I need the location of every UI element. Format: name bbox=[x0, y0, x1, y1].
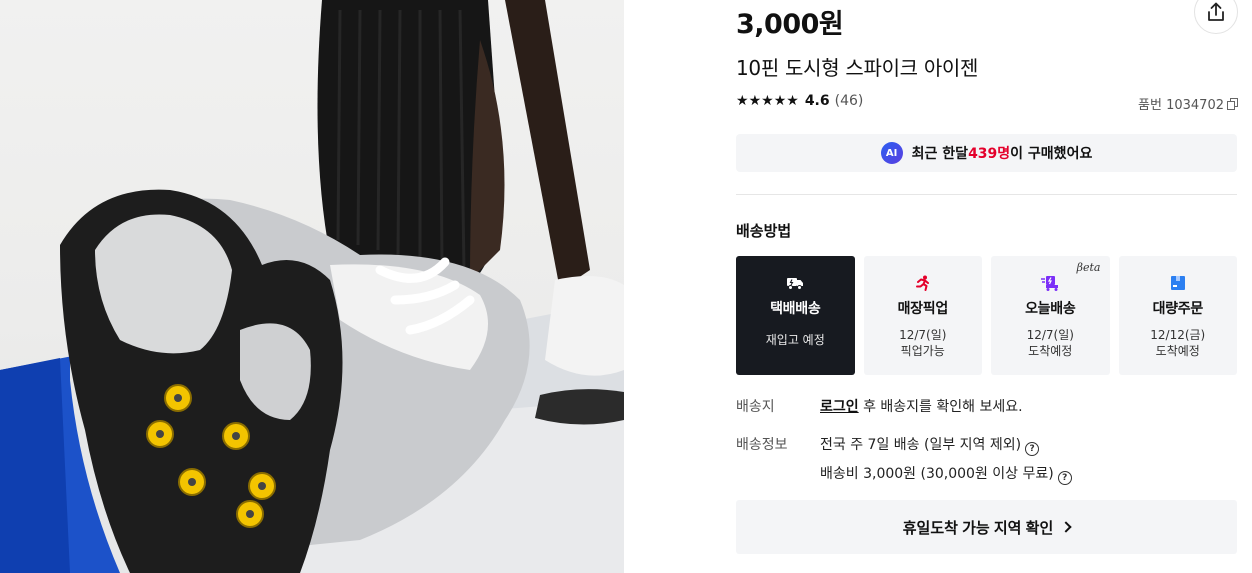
shipping-fee-line: 배송비 3,000원 (30,000원 이상 무료) bbox=[820, 466, 1054, 482]
rating-row: ★ ★ ★ ★ ★ 4.6 (46) bbox=[736, 93, 863, 109]
method-label: 매장픽업 bbox=[897, 301, 949, 317]
method-date-line: 12/12(금) bbox=[1150, 328, 1206, 342]
holiday-button-label: 휴일도착 가능 지역 확인 bbox=[902, 519, 1054, 537]
bulk-box-icon bbox=[1169, 274, 1187, 292]
shipping-address-value: 로그인 후 배송지를 확인해 보세요. bbox=[820, 393, 1023, 422]
ai-banner-suffix: 이 구매했어요 bbox=[1010, 146, 1093, 162]
product-price: 3,000원 bbox=[736, 9, 844, 40]
method-date: 12/12(금) 도착예정 bbox=[1150, 327, 1205, 359]
share-upload-icon bbox=[1208, 2, 1224, 21]
rating-score: 4.6 bbox=[804, 93, 830, 109]
shipping-info-line1: 전국 주 7일 배송 (일부 지역 제외) bbox=[820, 437, 1022, 453]
product-image bbox=[0, 0, 624, 573]
ai-banner-prefix: 최근 한달 bbox=[911, 146, 969, 162]
running-person-icon bbox=[914, 274, 932, 292]
delivery-method-store-pickup[interactable]: 매장픽업 12/7(일) 픽업가능 bbox=[863, 256, 982, 375]
product-sku: 품번 1034702 bbox=[1138, 94, 1238, 113]
star-icon: ★ bbox=[748, 93, 762, 109]
shipping-address-label: 배송지 bbox=[736, 399, 775, 415]
copy-icon[interactable] bbox=[1227, 98, 1238, 110]
shipping-address-row: 배송지 로그인 후 배송지를 확인해 보세요. bbox=[736, 393, 1023, 422]
rating-stars: ★ ★ ★ ★ ★ bbox=[736, 94, 799, 108]
fast-delivery-icon bbox=[1041, 274, 1059, 292]
delivery-method-bulk[interactable]: 대량주문 12/12(금) 도착예정 bbox=[1118, 256, 1237, 375]
ai-badge-icon: AI bbox=[880, 142, 903, 164]
method-status-line: 픽업가능 bbox=[900, 344, 945, 358]
method-status: 재입고 예정 bbox=[765, 333, 825, 347]
product-title: 10핀 도시형 스파이크 아이젠 bbox=[736, 56, 979, 80]
method-label: 대량주문 bbox=[1152, 301, 1204, 317]
method-status-line: 도착예정 bbox=[1028, 344, 1073, 358]
star-icon: ★ bbox=[761, 93, 774, 109]
shipping-info-row: 배송정보 전국 주 7일 배송 (일부 지역 제외)? 배송비 3,000원 (… bbox=[736, 431, 1072, 489]
help-icon[interactable]: ? bbox=[1057, 471, 1072, 485]
product-info-panel: 3,000원 10핀 도시형 스파이크 아이젠 ★ ★ ★ ★ ★ 4.6 (4… bbox=[736, 0, 1238, 573]
method-date: 12/7(일) 픽업가능 bbox=[899, 327, 946, 359]
shipping-info-value: 전국 주 7일 배송 (일부 지역 제외)? 배송비 3,000원 (30,00… bbox=[820, 431, 1072, 489]
truck-icon bbox=[786, 274, 804, 292]
chevron-right-icon bbox=[1060, 521, 1072, 533]
delivery-section-title: 배송방법 bbox=[736, 222, 792, 240]
shipping-address-text: 후 배송지를 확인해 보세요. bbox=[858, 399, 1023, 415]
review-count-link[interactable]: (46) bbox=[835, 93, 864, 109]
method-date: 12/7(일) 도착예정 bbox=[1027, 327, 1074, 359]
method-date-line: 12/7(일) bbox=[1026, 328, 1074, 342]
star-icon: ★ bbox=[736, 93, 749, 109]
help-icon[interactable]: ? bbox=[1025, 442, 1040, 456]
delivery-method-today[interactable]: βeta 오늘배송 12/7(일) 도착예정 bbox=[991, 256, 1110, 375]
beta-badge: βeta bbox=[1076, 261, 1101, 274]
method-label: 오늘배송 bbox=[1025, 301, 1076, 317]
delivery-method-parcel[interactable]: 택배배송 재입고 예정 bbox=[736, 256, 855, 375]
ai-banner-count: 439명 bbox=[968, 146, 1011, 162]
sku-label: 품번 1034702 bbox=[1138, 98, 1224, 113]
star-icon: ★ bbox=[773, 93, 787, 109]
method-status-line: 도착예정 bbox=[1155, 344, 1200, 358]
star-icon: ★ bbox=[786, 93, 799, 109]
shipping-info-label: 배송정보 bbox=[736, 437, 788, 453]
share-button[interactable] bbox=[1194, 0, 1238, 34]
method-label: 택배배송 bbox=[770, 301, 821, 317]
delivery-methods: 택배배송 재입고 예정 매장픽업 12/7(일) 픽업가능 βeta 오늘배송 … bbox=[736, 256, 1237, 375]
divider bbox=[736, 194, 1237, 195]
login-link[interactable]: 로그인 bbox=[820, 399, 859, 415]
method-date-line: 12/7(일) bbox=[899, 328, 947, 342]
product-photo-illustration bbox=[0, 0, 624, 573]
ai-purchase-banner: AI 최근 한달 439명 이 구매했어요 bbox=[736, 134, 1237, 172]
holiday-delivery-check-button[interactable]: 휴일도착 가능 지역 확인 bbox=[736, 500, 1237, 554]
